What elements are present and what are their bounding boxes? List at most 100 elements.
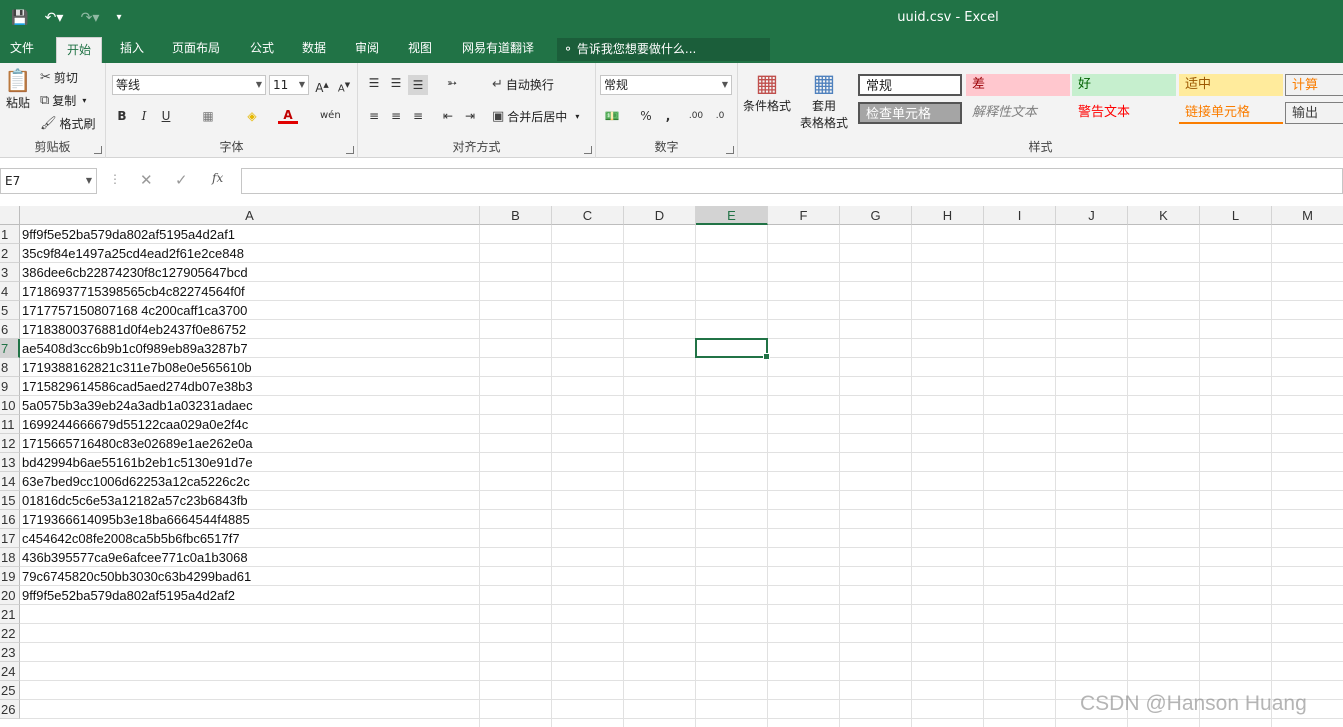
tab-view[interactable]: 视图 [398,36,442,63]
number-format-combo[interactable]: 常规 ▼ [600,75,732,95]
formula-input[interactable] [241,168,1343,194]
increase-indent-icon[interactable]: ⇥ [460,106,480,126]
cell-style-4[interactable]: 计算 [1285,74,1343,96]
cell-style-2[interactable]: 好 [1072,74,1176,96]
dialog-launcher-icon[interactable] [726,146,734,154]
tab-formulas[interactable]: 公式 [240,36,284,63]
row-header-4[interactable]: 4 [0,282,20,301]
row-header-11[interactable]: 11 [0,415,20,434]
column-header-k[interactable]: K [1128,206,1200,225]
cell-a7[interactable]: ae5408d3cc6b9b1c0f989eb89a3287b7 [21,339,248,358]
paste-button[interactable]: 📋 粘贴 [4,69,32,119]
dialog-launcher-icon[interactable] [346,146,354,154]
select-all-corner[interactable] [0,206,20,225]
worksheet-grid[interactable]: ABCDEFGHIJKLM 1 2 3 4 5 6 7 8 9 10 11 12 13 14 15 16 17 1… [0,206,1343,727]
cell-a8[interactable]: 1719388162821c311e7b08e0e565610b [21,358,252,377]
column-header-b[interactable]: B [480,206,552,225]
cell-style-7[interactable]: 警告文本 [1072,102,1176,124]
dialog-launcher-icon[interactable] [94,146,102,154]
active-cell-selection[interactable] [695,338,770,360]
fill-color-icon[interactable]: ◈ [242,106,262,126]
cell-style-8[interactable]: 链接单元格 [1179,102,1283,124]
cell-a1[interactable]: 9ff9f5e52ba579da802af5195a4d2af1 [21,225,235,244]
column-header-g[interactable]: G [840,206,912,225]
cell-style-9[interactable]: 输出 [1285,102,1343,124]
row-header-20[interactable]: 20 [0,586,20,605]
dialog-launcher-icon[interactable] [584,146,592,154]
phonetic-icon[interactable]: wén [320,106,341,126]
row-header-6[interactable]: 6 [0,320,20,339]
conditional-format-button[interactable]: ▦ 条件格式 [742,69,792,114]
column-header-m[interactable]: M [1272,206,1343,225]
tab-data[interactable]: 数据 [292,36,336,63]
row-header-5[interactable]: 5 [0,301,20,320]
percent-icon[interactable]: % [636,106,656,126]
row-header-12[interactable]: 12 [0,434,20,453]
cell-a2[interactable]: 35c9f84e1497a25cd4ead2f61e2ce848 [21,244,244,263]
align-middle-icon[interactable]: ☰ [386,73,406,93]
column-header-i[interactable]: I [984,206,1056,225]
name-box[interactable]: E7 ▼ [0,168,97,194]
cell-a18[interactable]: 436b395577ca9e6afcee771c0a1b3068 [21,548,248,567]
tab-insert[interactable]: 插入 [110,36,154,63]
cell-a11[interactable]: 1699244666679d55122caa029a0e2f4c [21,415,248,434]
increase-decimal-icon[interactable]: .00 [686,106,706,126]
tab-page-layout[interactable]: 页面布局 [162,36,230,63]
tab-file[interactable]: 文件 [0,36,44,63]
font-color-icon[interactable]: A [278,106,298,124]
enter-icon[interactable]: ✓ [175,171,188,189]
cell-a15[interactable]: 01816dc5c6e53a12182a57c23b6843fb [21,491,248,510]
column-header-a[interactable]: A [20,206,480,225]
cell-a3[interactable]: 386dee6cb22874230f8c127905647bcd [21,263,248,282]
cell-style-6[interactable]: 解释性文本 [966,102,1070,124]
cell-a14[interactable]: 63e7bed9cc1006d62253a12ca5226c2c [21,472,250,491]
cell-style-3[interactable]: 适中 [1179,74,1283,96]
format-as-table-button[interactable]: ▦ 套用 表格格式 [794,69,854,131]
row-header-2[interactable]: 2 [0,244,20,263]
column-header-l[interactable]: L [1200,206,1272,225]
cell-a4[interactable]: 17186937715398565cb4c82274564f0f [21,282,245,301]
merge-center-button[interactable]: ▣ 合并后居中 ▾ [492,108,579,125]
cancel-icon[interactable]: ✕ [140,171,153,189]
cell-a16[interactable]: 1719366614095b3e18ba6664544f4885 [21,510,250,529]
row-header-7[interactable]: 7 [0,339,20,358]
column-header-e[interactable]: E [696,206,768,225]
italic-icon[interactable]: I [134,106,154,126]
row-header-22[interactable]: 22 [0,624,20,643]
copy-button[interactable]: ⧉ 复制 ▾ [40,92,86,109]
row-header-1[interactable]: 1 [0,225,20,244]
row-header-23[interactable]: 23 [0,643,20,662]
decrease-indent-icon[interactable]: ⇤ [438,106,458,126]
cell-a13[interactable]: bd42994b6ae55161b2eb1c5130e91d7e [21,453,253,472]
cell-a17[interactable]: c454642c08fe2008ca5b5b6fbc6517f7 [21,529,240,548]
decrease-decimal-icon[interactable]: .0 [710,106,730,126]
row-header-16[interactable]: 16 [0,510,20,529]
row-header-25[interactable]: 25 [0,681,20,700]
align-bottom-icon[interactable]: ☰ [408,75,428,95]
tab-home[interactable]: 开始 [56,37,103,63]
bold-icon[interactable]: B [112,106,132,126]
wrap-text-button[interactable]: ↵ 自动换行 [492,76,554,93]
cell-a10[interactable]: 5a0575b3a39eb24a3adb1a03231adaec [21,396,253,415]
row-header-17[interactable]: 17 [0,529,20,548]
tab-youdao[interactable]: 网易有道翻译 [452,36,544,63]
column-header-f[interactable]: F [768,206,840,225]
column-header-d[interactable]: D [624,206,696,225]
cell-a5[interactable]: 1717757150807168 4c200caff1ca3700 [21,301,247,320]
row-header-19[interactable]: 19 [0,567,20,586]
orientation-icon[interactable]: ➳ [442,73,462,93]
tab-review[interactable]: 审阅 [345,36,389,63]
underline-icon[interactable]: U [156,106,176,126]
tell-me-box[interactable]: ⚬ 告诉我您想要做什么... [557,38,770,61]
cell-style-5[interactable]: 检查单元格 [858,102,962,124]
column-header-j[interactable]: J [1056,206,1128,225]
column-header-h[interactable]: H [912,206,984,225]
cell-style-1[interactable]: 差 [966,74,1070,96]
row-header-8[interactable]: 8 [0,358,20,377]
row-header-14[interactable]: 14 [0,472,20,491]
row-header-3[interactable]: 3 [0,263,20,282]
row-header-18[interactable]: 18 [0,548,20,567]
column-header-c[interactable]: C [552,206,624,225]
row-header-26[interactable]: 26 [0,700,20,719]
row-header-21[interactable]: 21 [0,605,20,624]
